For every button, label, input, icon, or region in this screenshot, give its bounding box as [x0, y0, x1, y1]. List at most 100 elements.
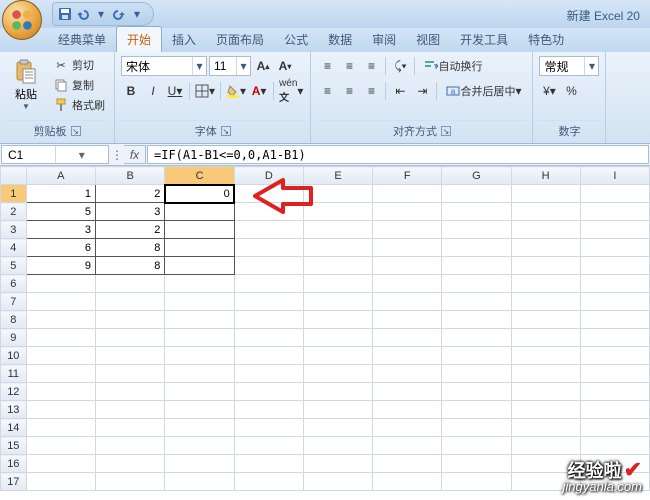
cell-B2[interactable]: 3 [96, 203, 165, 221]
cell-I8[interactable] [580, 311, 649, 329]
cell-E5[interactable] [303, 257, 372, 275]
cell-C14[interactable] [165, 419, 234, 437]
cell-C12[interactable] [165, 383, 234, 401]
cell-C5[interactable] [165, 257, 234, 275]
tab-view[interactable]: 视图 [406, 27, 450, 52]
chevron-down-icon[interactable]: ▾ [93, 6, 109, 22]
cell-I7[interactable] [580, 293, 649, 311]
fx-icon[interactable]: fx [124, 145, 146, 164]
cell-I11[interactable] [580, 365, 649, 383]
font-family-input[interactable] [122, 59, 192, 73]
cell-B13[interactable] [96, 401, 165, 419]
cell-I10[interactable] [580, 347, 649, 365]
cell-C13[interactable] [165, 401, 234, 419]
cell-I4[interactable] [580, 239, 649, 257]
cell-G10[interactable] [442, 347, 511, 365]
font-size-input[interactable] [210, 59, 236, 73]
percent-button[interactable]: % [561, 81, 581, 101]
cell-F10[interactable] [373, 347, 442, 365]
cell-A10[interactable] [26, 347, 95, 365]
fill-color-button[interactable]: ▾ [225, 81, 247, 101]
cell-H3[interactable] [511, 221, 580, 239]
font-color-button[interactable]: A▾ [249, 81, 269, 101]
cell-F2[interactable] [373, 203, 442, 221]
cell-F8[interactable] [373, 311, 442, 329]
cell-F16[interactable] [373, 455, 442, 473]
cell-E10[interactable] [303, 347, 372, 365]
cell-A16[interactable] [26, 455, 95, 473]
cell-F14[interactable] [373, 419, 442, 437]
border-button[interactable]: ▾ [194, 81, 216, 101]
number-format-input[interactable] [540, 59, 584, 73]
font-size-combo[interactable]: ▾ [209, 56, 251, 76]
cell-G5[interactable] [442, 257, 511, 275]
cell-A2[interactable]: 5 [26, 203, 95, 221]
decrease-font-button[interactable]: A▾ [275, 56, 295, 76]
cell-H4[interactable] [511, 239, 580, 257]
cell-I5[interactable] [580, 257, 649, 275]
cell-H10[interactable] [511, 347, 580, 365]
cell-G4[interactable] [442, 239, 511, 257]
cell-C8[interactable] [165, 311, 234, 329]
cell-A12[interactable] [26, 383, 95, 401]
cell-E1[interactable] [303, 185, 372, 203]
row-header-5[interactable]: 5 [1, 257, 27, 275]
cell-C17[interactable] [165, 473, 234, 491]
cell-B1[interactable]: 2 [96, 185, 165, 203]
cell-H2[interactable] [511, 203, 580, 221]
cell-I2[interactable] [580, 203, 649, 221]
office-button[interactable] [2, 0, 42, 40]
cut-button[interactable]: ✂剪切 [50, 56, 108, 74]
cell-D3[interactable] [234, 221, 303, 239]
phonetic-button[interactable]: wén文▾ [278, 81, 304, 101]
cell-E6[interactable] [303, 275, 372, 293]
orientation-button[interactable]: ⤹▾ [390, 56, 410, 76]
cell-A14[interactable] [26, 419, 95, 437]
align-left-button[interactable]: ≡ [317, 81, 337, 101]
row-header-17[interactable]: 17 [1, 473, 27, 491]
cell-B14[interactable] [96, 419, 165, 437]
increase-font-button[interactable]: A▴ [253, 56, 273, 76]
col-header-C[interactable]: C [165, 167, 234, 185]
cell-B17[interactable] [96, 473, 165, 491]
cell-H13[interactable] [511, 401, 580, 419]
cell-D1[interactable] [234, 185, 303, 203]
cell-H15[interactable] [511, 437, 580, 455]
cell-F9[interactable] [373, 329, 442, 347]
cell-E2[interactable] [303, 203, 372, 221]
cell-H12[interactable] [511, 383, 580, 401]
cell-D10[interactable] [234, 347, 303, 365]
align-right-button[interactable]: ≡ [361, 81, 381, 101]
row-header-12[interactable]: 12 [1, 383, 27, 401]
cell-A15[interactable] [26, 437, 95, 455]
cell-I12[interactable] [580, 383, 649, 401]
tab-insert[interactable]: 插入 [162, 27, 206, 52]
merge-center-button[interactable]: a合并后居中▾ [441, 81, 526, 101]
cell-G2[interactable] [442, 203, 511, 221]
col-header-G[interactable]: G [442, 167, 511, 185]
expand-handle[interactable]: ⋮ [110, 145, 124, 164]
cell-D15[interactable] [234, 437, 303, 455]
cell-C9[interactable] [165, 329, 234, 347]
align-center-button[interactable]: ≡ [339, 81, 359, 101]
cell-A9[interactable] [26, 329, 95, 347]
cell-A17[interactable] [26, 473, 95, 491]
cell-C3[interactable] [165, 221, 234, 239]
row-header-11[interactable]: 11 [1, 365, 27, 383]
cell-A11[interactable] [26, 365, 95, 383]
row-header-6[interactable]: 6 [1, 275, 27, 293]
tab-feature[interactable]: 特色功 [518, 27, 574, 52]
cell-E17[interactable] [303, 473, 372, 491]
font-family-combo[interactable]: ▾ [121, 56, 207, 76]
cell-F6[interactable] [373, 275, 442, 293]
tab-data[interactable]: 数据 [318, 27, 362, 52]
cell-E12[interactable] [303, 383, 372, 401]
cell-G12[interactable] [442, 383, 511, 401]
cell-E15[interactable] [303, 437, 372, 455]
cell-G17[interactable] [442, 473, 511, 491]
qat-more-icon[interactable]: ▾ [129, 6, 145, 22]
cell-E13[interactable] [303, 401, 372, 419]
col-header-B[interactable]: B [96, 167, 165, 185]
cell-H8[interactable] [511, 311, 580, 329]
cell-G15[interactable] [442, 437, 511, 455]
